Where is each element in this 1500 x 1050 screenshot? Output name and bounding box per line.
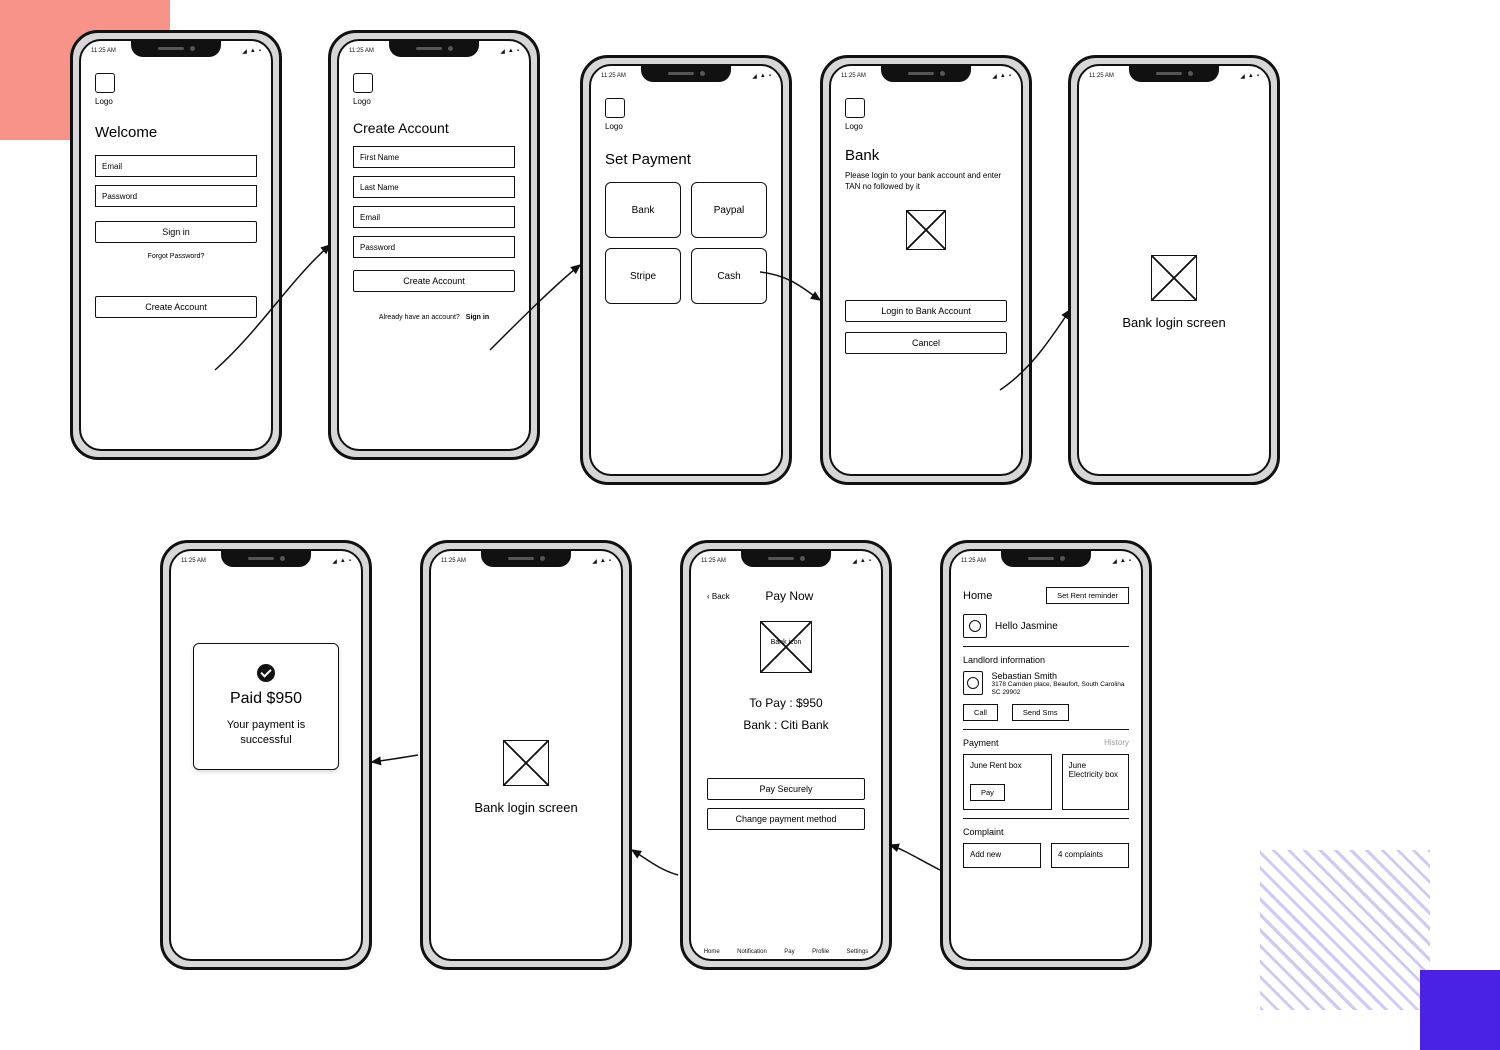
decorative-block-purple — [1420, 970, 1500, 1050]
login-bank-button[interactable]: Login to Bank Account — [845, 300, 1007, 322]
status-time: 11:25 AM — [91, 48, 116, 54]
canvas: 11:25 AM ◢▲▪ Logo Welcome Email Password… — [0, 0, 1500, 1050]
signin-link[interactable]: Sign in — [466, 314, 489, 321]
payment-option-bank[interactable]: Bank — [605, 182, 681, 238]
tab-profile[interactable]: Profile — [812, 949, 829, 955]
tab-notification[interactable]: Notification — [737, 949, 767, 955]
tab-home[interactable]: Home — [704, 949, 720, 955]
already-text: Already have an account? — [379, 314, 460, 321]
landlord-section-title: Landlord information — [963, 655, 1129, 665]
paid-amount: Paid $950 — [204, 690, 328, 708]
phone-notch — [221, 549, 311, 567]
phone-notch — [641, 64, 731, 82]
tab-bar: Home Notification Pay Profile Settings — [691, 949, 881, 955]
bank-icon-placeholder — [760, 621, 812, 673]
cancel-button[interactable]: Cancel — [845, 332, 1007, 354]
tab-pay[interactable]: Pay — [784, 949, 794, 955]
phone-bank-login-1: 11:25 AM◢▲▪ Bank login screen — [1068, 55, 1280, 485]
phone-notch — [881, 64, 971, 82]
phone-paid: 11:25 AM◢▲▪ Paid $950 Your payment is su… — [160, 540, 372, 970]
phone-create-account: 11:25 AM◢▲▪ Logo Create Account First Na… — [328, 30, 540, 460]
greeting: Hello Jasmine — [995, 621, 1058, 632]
electricity-box-label: June Electricity box — [1069, 761, 1122, 779]
phone-notch — [1129, 64, 1219, 82]
rent-box: June Rent box Pay — [963, 754, 1052, 810]
payment-option-stripe[interactable]: Stripe — [605, 248, 681, 304]
image-placeholder-icon — [503, 740, 549, 786]
landlord-name: Sebastian Smith — [991, 671, 1129, 681]
email-field[interactable]: Email — [353, 206, 515, 228]
phone-pay-now: 11:25 AM◢▲▪ ‹ Back Pay Now Bank icon To … — [680, 540, 892, 970]
image-placeholder-icon — [1151, 255, 1197, 301]
set-reminder-button[interactable]: Set Rent reminder — [1046, 587, 1129, 604]
page-title: Set Payment — [605, 151, 767, 168]
payment-option-paypal[interactable]: Paypal — [691, 182, 767, 238]
page-title: Bank — [845, 147, 1007, 164]
complaints-count-box[interactable]: 4 complaints — [1051, 843, 1129, 868]
paid-message: Your payment is successful — [204, 718, 328, 749]
lastname-field[interactable]: Last Name — [353, 176, 515, 198]
bank-description: Please login to your bank account and en… — [845, 170, 1007, 192]
password-field[interactable]: Password — [95, 185, 257, 207]
firstname-field[interactable]: First Name — [353, 146, 515, 168]
phone-home: 11:25 AM◢▲▪ Home Set Rent reminder Hello… — [940, 540, 1152, 970]
rent-box-label: June Rent box — [970, 761, 1045, 770]
bank-login-label: Bank login screen — [1122, 315, 1225, 330]
electricity-box: June Electricity box — [1062, 754, 1129, 810]
page-title: Home — [963, 590, 992, 602]
send-sms-button[interactable]: Send Sms — [1012, 704, 1069, 721]
to-pay-label: To Pay : $950 — [707, 696, 865, 710]
history-link[interactable]: History — [1104, 738, 1129, 747]
phone-notch — [481, 549, 571, 567]
create-account-button[interactable]: Create Account — [353, 270, 515, 292]
image-placeholder-icon — [906, 210, 946, 250]
bank-login-label: Bank login screen — [474, 800, 577, 815]
call-button[interactable]: Call — [963, 704, 998, 721]
user-avatar-icon — [963, 614, 987, 638]
phone-bank-login-2: 11:25 AM◢▲▪ Bank login screen — [420, 540, 632, 970]
phone-bank: 11:25 AM◢▲▪ Logo Bank Please login to yo… — [820, 55, 1032, 485]
email-field[interactable]: Email — [95, 155, 257, 177]
logo-placeholder — [353, 73, 373, 93]
password-field[interactable]: Password — [353, 236, 515, 258]
landlord-avatar-icon — [963, 671, 983, 695]
signin-button[interactable]: Sign in — [95, 221, 257, 243]
change-payment-button[interactable]: Change payment method — [707, 808, 865, 830]
phone-notch — [1001, 549, 1091, 567]
tab-settings[interactable]: Settings — [847, 949, 869, 955]
logo-placeholder — [95, 73, 115, 93]
complaint-section-title: Complaint — [963, 827, 1129, 837]
bank-name-label: Bank : Citi Bank — [707, 718, 865, 732]
phone-notch — [131, 39, 221, 57]
forgot-password-link[interactable]: Forgot Password? — [95, 253, 257, 260]
page-title: Pay Now — [714, 589, 865, 603]
payment-section-title: Payment — [963, 738, 999, 748]
phone-welcome: 11:25 AM ◢▲▪ Logo Welcome Email Password… — [70, 30, 282, 460]
create-account-button[interactable]: Create Account — [95, 296, 257, 318]
check-circle-icon — [257, 664, 275, 682]
landlord-address: 3178 Camden place, Beaufort, South Carol… — [991, 681, 1129, 698]
logo-placeholder — [845, 98, 865, 118]
payment-option-cash[interactable]: Cash — [691, 248, 767, 304]
pay-button[interactable]: Pay — [970, 784, 1005, 801]
add-complaint-box[interactable]: Add new — [963, 843, 1041, 868]
phone-set-payment: 11:25 AM◢▲▪ Logo Set Payment Bank Paypal… — [580, 55, 792, 485]
page-title: Welcome — [95, 124, 257, 141]
phone-notch — [741, 549, 831, 567]
logo-label: Logo — [95, 97, 257, 106]
bank-icon-label: Bank icon — [707, 639, 865, 646]
pay-securely-button[interactable]: Pay Securely — [707, 778, 865, 800]
success-card: Paid $950 Your payment is successful — [193, 643, 339, 770]
logo-placeholder — [605, 98, 625, 118]
page-title: Create Account — [353, 120, 515, 136]
phone-notch — [389, 39, 479, 57]
